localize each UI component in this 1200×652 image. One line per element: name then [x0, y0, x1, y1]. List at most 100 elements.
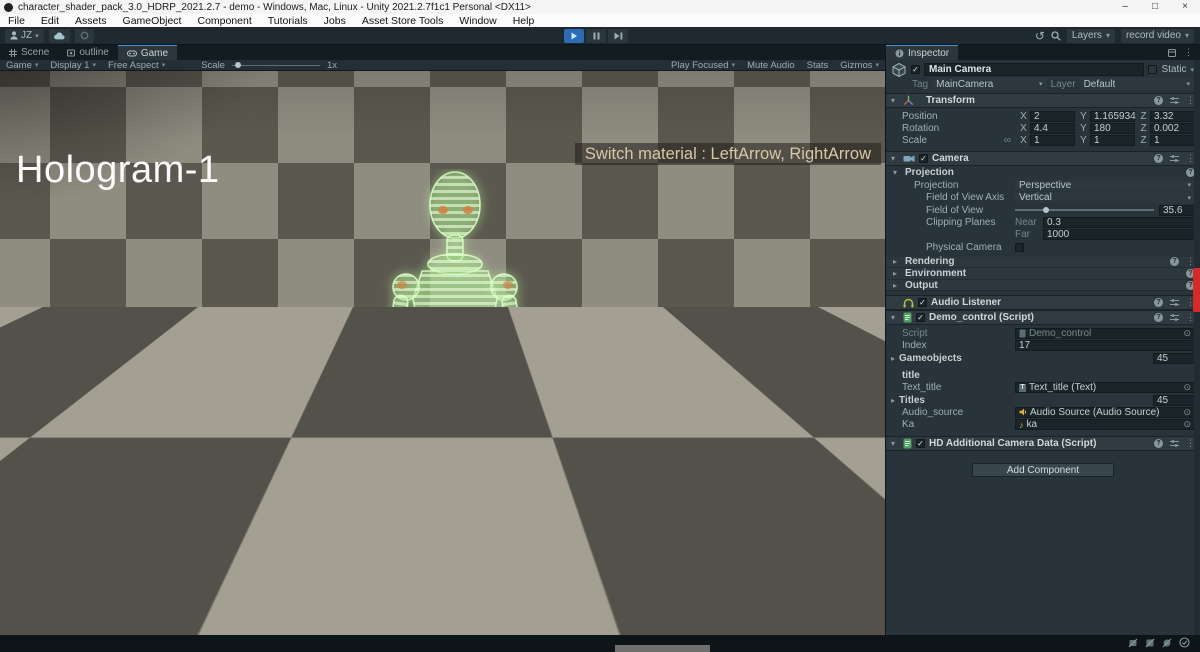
status-check-icon[interactable]: [1179, 637, 1190, 648]
display-dropdown[interactable]: Display 1 ▾: [44, 60, 102, 71]
link-scale-icon[interactable]: ∞: [1004, 135, 1011, 146]
presets-icon[interactable]: [1170, 96, 1179, 105]
console-warning-muted-icon[interactable]: [1145, 638, 1155, 648]
ka-field[interactable]: ♪ ka ⊙: [1015, 419, 1195, 430]
foldout-icon[interactable]: ▾: [893, 168, 901, 177]
minimize-button[interactable]: –: [1110, 0, 1140, 14]
help-icon[interactable]: ?: [1154, 313, 1163, 322]
add-component-button[interactable]: Add Component: [972, 463, 1114, 477]
close-button[interactable]: ×: [1170, 0, 1200, 14]
console-error-muted-icon[interactable]: [1162, 638, 1172, 648]
scale-z-field[interactable]: 1: [1150, 135, 1195, 146]
position-z-field[interactable]: 3.32: [1150, 111, 1195, 122]
menu-file[interactable]: File: [0, 15, 33, 27]
layers-dropdown[interactable]: Layers ▾: [1067, 29, 1115, 43]
layer-dropdown[interactable]: Default ▾: [1080, 78, 1194, 90]
hd-camera-data-header[interactable]: ▾ ✓ HD Additional Camera Data (Script) ?…: [886, 436, 1200, 451]
help-icon[interactable]: ?: [1170, 257, 1179, 266]
scale-y-field[interactable]: 1: [1090, 135, 1135, 146]
tag-dropdown[interactable]: MainCamera ▾: [932, 78, 1046, 90]
presets-icon[interactable]: [1170, 439, 1179, 448]
object-picker-icon[interactable]: ⊙: [1183, 382, 1191, 393]
inspector-scrollbar[interactable]: [1194, 60, 1200, 635]
notification-muted-icon[interactable]: [1128, 638, 1138, 648]
menu-gameobject[interactable]: GameObject: [115, 15, 190, 27]
gameobjects-count-field[interactable]: 45: [1153, 353, 1195, 364]
index-field[interactable]: 17: [1015, 340, 1195, 351]
foldout-icon[interactable]: ▸: [893, 257, 901, 266]
game-mode-dropdown[interactable]: Game ▾: [0, 60, 44, 71]
next-material-arrow[interactable]: >: [861, 593, 877, 621]
foldout-icon[interactable]: ▸: [891, 354, 899, 363]
menu-asset-store-tools[interactable]: Asset Store Tools: [354, 15, 452, 27]
settings-button[interactable]: [75, 29, 94, 43]
camera-enabled-checkbox[interactable]: ✓: [919, 154, 928, 163]
pause-button[interactable]: [586, 29, 606, 43]
transform-header[interactable]: ▾ Transform ? ⋮: [886, 93, 1200, 108]
menu-component[interactable]: Component: [189, 15, 259, 27]
help-icon[interactable]: ?: [1154, 96, 1163, 105]
menu-assets[interactable]: Assets: [67, 15, 115, 27]
rotation-y-field[interactable]: 180: [1090, 123, 1135, 134]
scale-x-field[interactable]: 1: [1030, 135, 1075, 146]
presets-icon[interactable]: [1170, 313, 1179, 322]
far-field[interactable]: 1000: [1043, 229, 1195, 240]
fov-slider-knob[interactable]: [1043, 207, 1049, 213]
presets-icon[interactable]: [1170, 154, 1179, 163]
position-x-field[interactable]: 2: [1030, 111, 1075, 122]
audio-listener-checkbox[interactable]: ✓: [918, 298, 927, 307]
scale-slider[interactable]: [232, 65, 320, 66]
audio-listener-header[interactable]: ✓ Audio Listener ? ⋮: [886, 295, 1200, 310]
projection-dropdown[interactable]: Perspective ▾: [1015, 180, 1195, 191]
account-button[interactable]: JZ ▾: [5, 29, 44, 43]
menu-window[interactable]: Window: [451, 15, 504, 27]
near-field[interactable]: 0.3: [1043, 217, 1195, 228]
gameobject-name-field[interactable]: Main Camera: [924, 63, 1144, 76]
object-picker-icon[interactable]: ⊙: [1183, 328, 1191, 339]
cloud-button[interactable]: [49, 29, 70, 43]
tab-game[interactable]: Game: [118, 45, 177, 60]
environment-foldout[interactable]: ▸ Environment ?: [886, 268, 1200, 280]
step-button[interactable]: [608, 29, 628, 43]
hd-camera-data-checkbox[interactable]: ✓: [916, 439, 925, 448]
foldout-icon[interactable]: ▾: [891, 154, 899, 163]
restore-button[interactable]: □: [1140, 0, 1170, 14]
help-icon[interactable]: ?: [1154, 298, 1163, 307]
projection-section-header[interactable]: ▾ Projection ?: [886, 166, 1200, 179]
physical-camera-checkbox[interactable]: [1015, 243, 1024, 252]
demo-control-checkbox[interactable]: ✓: [916, 313, 925, 322]
layout-icon[interactable]: [1168, 49, 1176, 57]
foldout-icon[interactable]: ▾: [891, 313, 899, 322]
layout-dropdown[interactable]: record video ▾: [1121, 29, 1194, 43]
mute-audio-button[interactable]: Mute Audio: [741, 60, 801, 71]
tab-inspector[interactable]: Inspector: [886, 45, 958, 60]
menu-help[interactable]: Help: [505, 15, 543, 27]
menu-jobs[interactable]: Jobs: [316, 15, 354, 27]
gizmos-dropdown[interactable]: Gizmos ▾: [834, 60, 885, 71]
undo-history-icon[interactable]: ↺: [1035, 29, 1045, 43]
presets-icon[interactable]: [1170, 298, 1179, 307]
camera-header[interactable]: ▾ ✓ Camera ? ⋮: [886, 151, 1200, 166]
menu-edit[interactable]: Edit: [33, 15, 67, 27]
foldout-icon[interactable]: ▸: [891, 396, 899, 405]
stats-button[interactable]: Stats: [801, 60, 835, 71]
game-viewport[interactable]: Hologram-1 Switch material : LeftArrow, …: [0, 71, 885, 635]
static-checkbox[interactable]: [1148, 65, 1157, 74]
tab-outline[interactable]: outline: [58, 45, 117, 60]
foldout-icon[interactable]: ▸: [893, 281, 901, 290]
fov-axis-dropdown[interactable]: Vertical ▾: [1015, 192, 1195, 203]
foldout-icon[interactable]: ▸: [893, 269, 901, 278]
gameobject-active-checkbox[interactable]: ✓: [911, 65, 920, 74]
help-icon[interactable]: ?: [1154, 439, 1163, 448]
menu-tutorials[interactable]: Tutorials: [260, 15, 316, 27]
kebab-menu-icon[interactable]: ⋮: [1184, 47, 1193, 58]
output-foldout[interactable]: ▸ Output ?: [886, 280, 1200, 292]
play-button[interactable]: [564, 29, 584, 43]
audio-source-field[interactable]: Audio Source (Audio Source) ⊙: [1015, 407, 1195, 418]
fov-slider[interactable]: [1015, 205, 1154, 216]
object-picker-icon[interactable]: ⊙: [1183, 407, 1191, 418]
fov-value-field[interactable]: 35.6: [1159, 205, 1195, 216]
rendering-foldout[interactable]: ▸ Rendering ? ⋮: [886, 257, 1200, 269]
demo-control-header[interactable]: ▾ ✓ Demo_control (Script) ? ⋮: [886, 310, 1200, 325]
search-icon[interactable]: [1051, 31, 1061, 41]
